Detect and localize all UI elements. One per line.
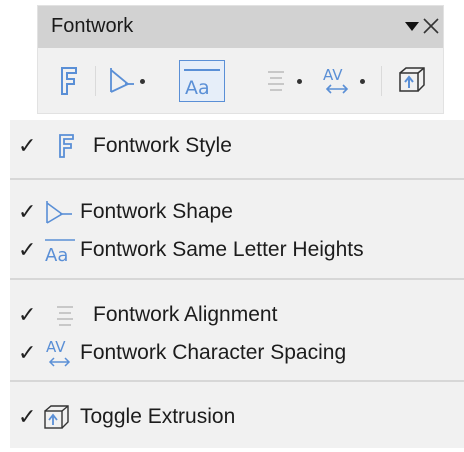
svg-text:Aa: Aa [45,245,68,266]
toggle-extrusion-icon [399,67,425,92]
toggle-extrusion-button[interactable] [395,60,427,102]
menu-item-label: Fontwork Style [93,134,232,157]
toolbar-separator [95,66,96,96]
menu-item-label: Fontwork Shape [80,200,233,223]
fontwork-shape-button[interactable] [106,60,146,102]
close-icon[interactable] [421,16,441,36]
dropdown-icon[interactable] [140,79,145,84]
checkmark-icon: ✓ [18,302,37,327]
character-spacing-button[interactable]: AV [320,60,368,102]
fontwork-style-button[interactable] [55,60,83,102]
checkmark-icon: ✓ [18,237,37,262]
menu-item-fontwork-style[interactable]: ✓ Fontwork Style [10,126,464,166]
svg-text:AV: AV [46,338,66,356]
fontwork-alignment-button[interactable] [264,60,304,102]
menu-item-same-letter-heights[interactable]: ✓ Aa Fontwork Same Letter Heights [10,230,464,270]
character-spacing-icon: AV [46,338,71,367]
toolbar-visible-buttons-menu: ✓ Fontwork Style ✓ Fontwork Shape ✓ Aa F… [10,120,464,448]
toolbar-title: Fontwork [51,15,134,37]
toggle-extrusion-icon [44,405,69,429]
svg-text:AV: AV [323,66,343,84]
menu-separator [10,380,464,382]
fontwork-shape-icon [46,201,72,224]
menu-item-character-spacing[interactable]: ✓ AV Fontwork Character Spacing [10,333,464,373]
alignment-icon [57,306,73,326]
menu-separator [10,178,464,180]
menu-separator [10,278,464,280]
toolbar-title-bar[interactable]: Fontwork [38,6,443,48]
toolbar-separator [381,66,382,96]
alignment-icon [268,71,284,91]
dropdown-icon[interactable] [297,79,302,84]
menu-item-label: Fontwork Character Spacing [80,341,347,364]
same-letter-heights-button[interactable]: Aa [179,60,225,102]
menu-item-fontwork-alignment[interactable]: ✓ Fontwork Alignment [10,295,464,335]
menu-item-label: Fontwork Alignment [93,303,278,326]
character-spacing-icon: AV [323,66,349,94]
toolbar-menu-icon[interactable] [403,16,421,36]
menu-item-fontwork-shape[interactable]: ✓ Fontwork Shape [10,192,464,232]
fontwork-style-icon [59,134,74,158]
toolbar-buttons-row: Aa AV [38,48,443,115]
checkmark-icon: ✓ [18,340,37,365]
checkmark-icon: ✓ [18,199,37,224]
dropdown-icon[interactable] [360,79,365,84]
fontwork-shape-icon [110,68,134,93]
fontwork-style-icon [61,67,77,95]
checkmark-icon: ✓ [18,404,37,429]
svg-text:Aa: Aa [185,77,210,99]
same-letter-heights-icon: Aa [184,69,220,99]
checkmark-icon: ✓ [18,133,37,158]
menu-item-label: Fontwork Same Letter Heights [80,238,364,261]
same-letter-heights-icon: Aa [45,239,75,266]
fontwork-toolbar: Fontwork Aa AV [37,5,444,114]
menu-item-toggle-extrusion[interactable]: ✓ Toggle Extrusion [10,397,464,437]
menu-item-label: Toggle Extrusion [80,405,236,428]
